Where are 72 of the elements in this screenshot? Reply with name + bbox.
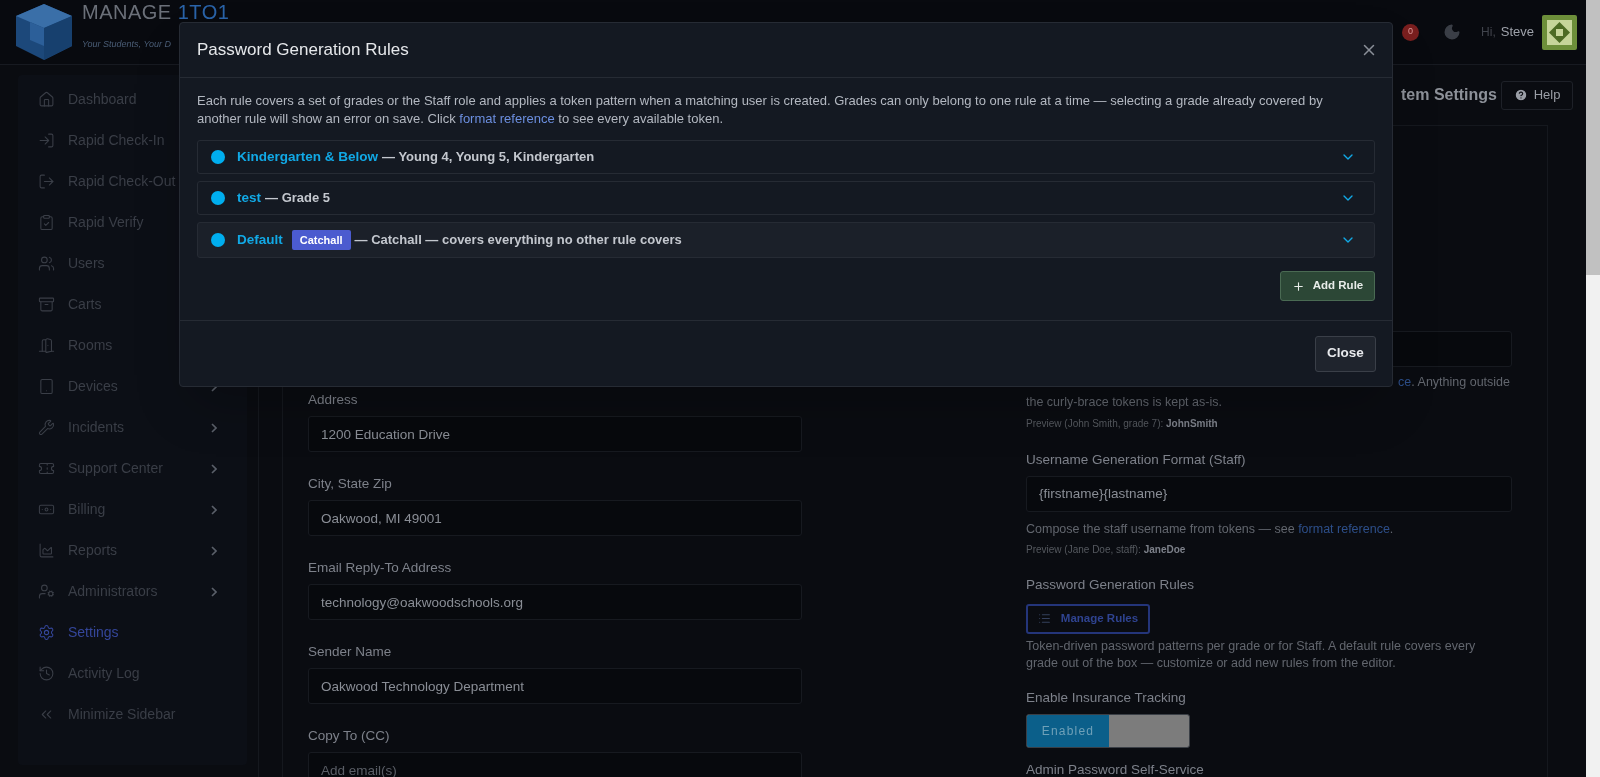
- input-field[interactable]: Oakwood, MI 49001: [308, 500, 802, 536]
- chevron-right-icon: [211, 422, 217, 433]
- notification-badge[interactable]: 0: [1402, 23, 1420, 41]
- page-title: tem Settings: [1401, 85, 1497, 105]
- house-icon: [38, 91, 55, 108]
- rule-row[interactable]: Kindergarten & Below — Young 4, Young 5, Kindergarten: [197, 140, 1375, 174]
- tablet-icon: [38, 378, 55, 395]
- field-label: Enable Insurance Tracking: [1026, 688, 1187, 707]
- field-label: Sender Name: [308, 643, 393, 661]
- chevron-right-icon: [211, 586, 217, 597]
- history-icon: [38, 665, 55, 682]
- chevron-right-icon: [211, 504, 217, 515]
- user-name[interactable]: Steve: [1500, 22, 1534, 42]
- avatar-icon[interactable]: [1542, 14, 1577, 50]
- door-icon: [38, 337, 55, 354]
- field-label: Copy To (CC): [308, 727, 391, 745]
- rule-grades: — Grade 5: [265, 189, 331, 208]
- manage-rules-button[interactable]: Manage Rules: [1026, 603, 1150, 634]
- plus-icon: [1291, 279, 1305, 293]
- toggle-switch[interactable]: Enabled: [1026, 713, 1190, 748]
- chevron-right-icon: [211, 463, 217, 474]
- help-text: Compose the staff username from tokens — see format reference.: [1026, 520, 1395, 538]
- settings-icon: [38, 624, 55, 641]
- clipboard-icon: [38, 214, 55, 231]
- rule-row[interactable]: test — Grade 5: [197, 181, 1375, 215]
- help-text: ce. Anything outside: [1398, 374, 1510, 391]
- preview-text: Preview (Jane Doe, staff): JaneDoe: [1026, 543, 1187, 558]
- rule-name: test: [237, 188, 261, 207]
- rule-name: Default: [237, 230, 283, 249]
- field-label: City, State Zip: [308, 475, 393, 493]
- modal-title: Password Generation Rules: [197, 39, 409, 62]
- field-label: Username Generation Format (Staff): [1026, 450, 1247, 469]
- input-field[interactable]: Add email(s): [308, 752, 802, 777]
- sign-in-icon: [38, 132, 55, 149]
- format-reference-link[interactable]: format reference: [1298, 521, 1390, 536]
- rule-row[interactable]: Default Catchall — Catchall — covers everything no other rule covers: [197, 222, 1375, 258]
- cabinet-icon: [38, 296, 55, 313]
- logo-wordmark: MANAGE 1TO1: [82, 2, 230, 22]
- field-label: Admin Password Self-Service: [1026, 760, 1205, 777]
- chart-icon: [38, 542, 55, 559]
- format-reference-link[interactable]: format reference: [459, 111, 555, 126]
- field-label: Address: [308, 391, 359, 409]
- input-field[interactable]: {firstname}{lastname}: [1026, 475, 1512, 512]
- wrench-icon: [38, 419, 55, 436]
- preview-text: Preview (John Smith, grade 7): JohnSmith: [1026, 416, 1219, 431]
- add-rule-button[interactable]: Add Rule: [1280, 271, 1375, 301]
- rule-name: Kindergarten & Below: [237, 147, 379, 166]
- help-text: the curly-brace tokens is kept as-is.: [1026, 393, 1223, 411]
- help-icon: [1513, 88, 1528, 102]
- close-button[interactable]: Close: [1315, 335, 1376, 372]
- input-field[interactable]: 1200 Education Drive: [308, 416, 802, 452]
- field-label: Email Reply-To Address: [308, 559, 453, 577]
- list-icon: [1037, 612, 1051, 625]
- users-icon: [38, 255, 55, 272]
- input-field[interactable]: technology@oakwoodschools.org: [308, 584, 802, 620]
- help-text: Token-driven password patterns per grade or for Staff. A default rule covers every grade out of the box — customize or add new rules from the editor.: [1026, 637, 1477, 672]
- greeting-text: Hi,: [1481, 24, 1496, 41]
- user-icon: [38, 583, 55, 600]
- logo-tagline: Your Students, Your D: [82, 40, 171, 49]
- chevron-right-icon: [211, 545, 217, 556]
- help-button[interactable]: Help: [1501, 80, 1573, 110]
- modal-description: Each rule covers a set of grades or the Staff role and applies a token pattern when a matching user is created. Grades can only belong to one rule at a time — selecting a grade already covered by another rule will show an error on save. Click format reference to see every available token.: [197, 92, 1324, 128]
- field-label: Password Generation Rules: [1026, 576, 1196, 595]
- scrollbar[interactable]: [1586, 0, 1600, 777]
- rule-grades: — Catchall — covers everything no other rule covers: [354, 231, 682, 250]
- rule-grades: — Young 4, Young 5, Kindergarten: [382, 148, 595, 167]
- sidebar-item[interactable]: Settings: [18, 612, 247, 653]
- ticket-icon: [38, 460, 55, 477]
- catchall-badge: Catchall: [291, 229, 351, 251]
- sign-out-icon: [38, 173, 55, 190]
- input-field[interactable]: Oakwood Technology Department: [308, 668, 802, 704]
- scrollbar-thumb[interactable]: [1586, 0, 1600, 275]
